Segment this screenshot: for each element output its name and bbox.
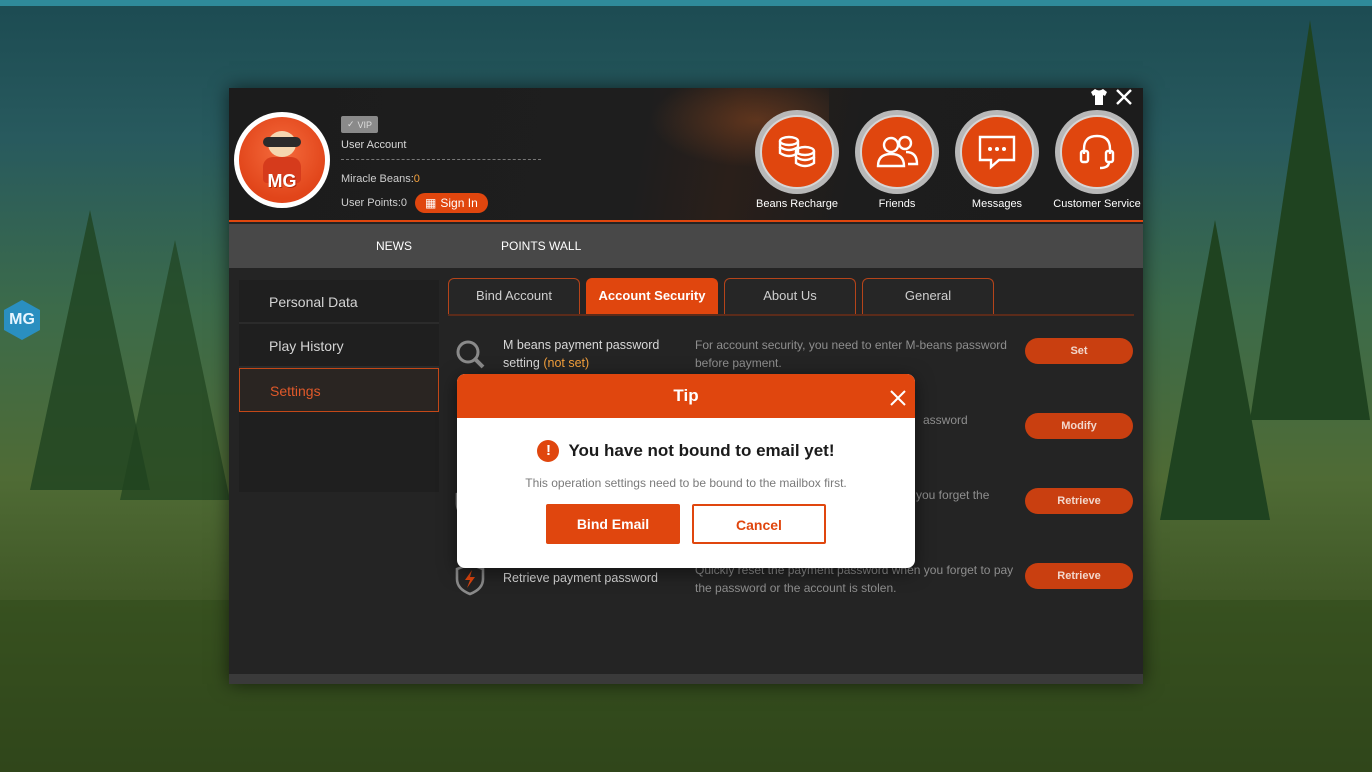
window-header: MG ✓ VIP User Account Miracle Beans:0 Us… bbox=[229, 88, 1143, 222]
row-description: assword bbox=[923, 413, 968, 427]
tab-general[interactable]: General bbox=[862, 278, 994, 314]
tab-account-security[interactable]: Account Security bbox=[586, 278, 718, 314]
dialog-subtext: This operation settings need to be bound… bbox=[525, 476, 847, 490]
nav-points-wall[interactable]: POINTS WALL bbox=[501, 224, 581, 268]
close-icon[interactable] bbox=[1115, 88, 1133, 110]
tree-decoration bbox=[1160, 220, 1270, 520]
row-description: you forget the bbox=[916, 488, 990, 502]
shortcut-label: Friends bbox=[878, 198, 916, 210]
sidebar-item-personal-data[interactable]: Personal Data bbox=[239, 280, 439, 324]
row-title: M beans payment password setting (not se… bbox=[503, 336, 678, 372]
dialog-buttons: Bind Email Cancel bbox=[457, 504, 915, 544]
settings-tabs: Bind Account Account Security About Us G… bbox=[448, 278, 994, 314]
message-icon bbox=[960, 115, 1034, 189]
vip-icon: ✓ bbox=[347, 119, 355, 129]
tree-decoration bbox=[1250, 20, 1370, 420]
tree-decoration bbox=[120, 240, 230, 500]
avatar-logo-text: MG bbox=[267, 171, 297, 191]
sidebar-filler bbox=[239, 412, 439, 492]
shortcut-label: Messages bbox=[971, 198, 1023, 210]
row-status: (not set) bbox=[543, 356, 590, 370]
messages-button[interactable]: Messages bbox=[947, 110, 1047, 210]
warning-icon: ! bbox=[537, 440, 560, 462]
shortcut-ring bbox=[955, 110, 1039, 194]
user-points-label: User Points: bbox=[341, 197, 401, 209]
shortcut-ring bbox=[855, 110, 939, 194]
vip-badge: ✓ VIP bbox=[341, 116, 379, 133]
friends-button[interactable]: Friends bbox=[847, 110, 947, 210]
shortcut-label: Beans Recharge bbox=[756, 198, 838, 210]
miracle-beans-value: 0 bbox=[413, 173, 420, 185]
retrieve-button[interactable]: Retrieve bbox=[1025, 488, 1133, 514]
customer-service-button[interactable]: Customer Service bbox=[1047, 110, 1147, 210]
magnifier-icon bbox=[452, 336, 488, 372]
sign-in-label: Sign In bbox=[440, 196, 478, 210]
dialog-title: Tip bbox=[673, 386, 699, 405]
nav-news[interactable]: NEWS bbox=[376, 224, 412, 268]
top-nav: NEWS POINTS WALL bbox=[229, 224, 1143, 268]
shortcut-bar: Beans Recharge Friends Messages Customer… bbox=[747, 110, 1147, 210]
tab-underline bbox=[448, 314, 1134, 316]
tip-dialog: Tip ! You have not bound to email yet! T… bbox=[457, 374, 915, 568]
friends-icon bbox=[860, 115, 934, 189]
vip-label: VIP bbox=[357, 119, 373, 130]
sidebar-item-settings[interactable]: Settings bbox=[239, 368, 439, 412]
miracle-beans-label: Miracle Beans: bbox=[341, 173, 414, 185]
modify-button[interactable]: Modify bbox=[1025, 413, 1133, 439]
shortcut-ring bbox=[755, 110, 839, 194]
dialog-message-text: You have not bound to email yet! bbox=[568, 441, 835, 460]
headset-icon bbox=[1060, 115, 1134, 189]
dialog-message: ! You have not bound to email yet! bbox=[457, 440, 915, 462]
calendar-icon: ▦ bbox=[425, 196, 437, 210]
settings-sidebar: Personal Data Play History Settings bbox=[239, 280, 439, 492]
avatar[interactable]: MG bbox=[234, 112, 330, 208]
window-bottom-bar bbox=[229, 674, 1143, 684]
sign-in-button[interactable]: ▦ Sign In bbox=[415, 193, 488, 213]
top-strip bbox=[0, 0, 1372, 6]
miracle-beans: Miracle Beans:0 bbox=[341, 173, 551, 185]
window-controls bbox=[1089, 88, 1133, 110]
user-account-label[interactable]: User Account bbox=[341, 139, 551, 151]
user-points-value: 0 bbox=[400, 197, 408, 209]
avatar-goggle bbox=[263, 137, 301, 147]
row-title: Retrieve payment password bbox=[503, 571, 658, 585]
cancel-button[interactable]: Cancel bbox=[692, 504, 826, 544]
sidebar-item-play-history[interactable]: Play History bbox=[239, 324, 439, 368]
coins-icon bbox=[760, 115, 834, 189]
user-divider bbox=[341, 159, 541, 160]
mg-badge: MG bbox=[4, 300, 40, 340]
dialog-header: Tip bbox=[457, 374, 915, 418]
beans-recharge-button[interactable]: Beans Recharge bbox=[747, 110, 847, 210]
shortcut-ring bbox=[1055, 110, 1139, 194]
user-info: ✓ VIP User Account Miracle Beans:0 User … bbox=[341, 114, 551, 213]
tab-bind-account[interactable]: Bind Account bbox=[448, 278, 580, 314]
tab-about-us[interactable]: About Us bbox=[724, 278, 856, 314]
shortcut-label: Customer Service bbox=[1053, 198, 1141, 210]
user-points: User Points:0 ▦ Sign In bbox=[341, 193, 551, 213]
avatar-image: MG bbox=[239, 117, 325, 203]
bind-email-button[interactable]: Bind Email bbox=[546, 504, 680, 544]
row-description: For account security, you need to enter … bbox=[695, 338, 1007, 370]
close-icon[interactable] bbox=[889, 374, 907, 418]
set-button[interactable]: Set bbox=[1025, 338, 1133, 364]
retrieve-button[interactable]: Retrieve bbox=[1025, 563, 1133, 589]
tshirt-icon[interactable] bbox=[1089, 88, 1109, 110]
